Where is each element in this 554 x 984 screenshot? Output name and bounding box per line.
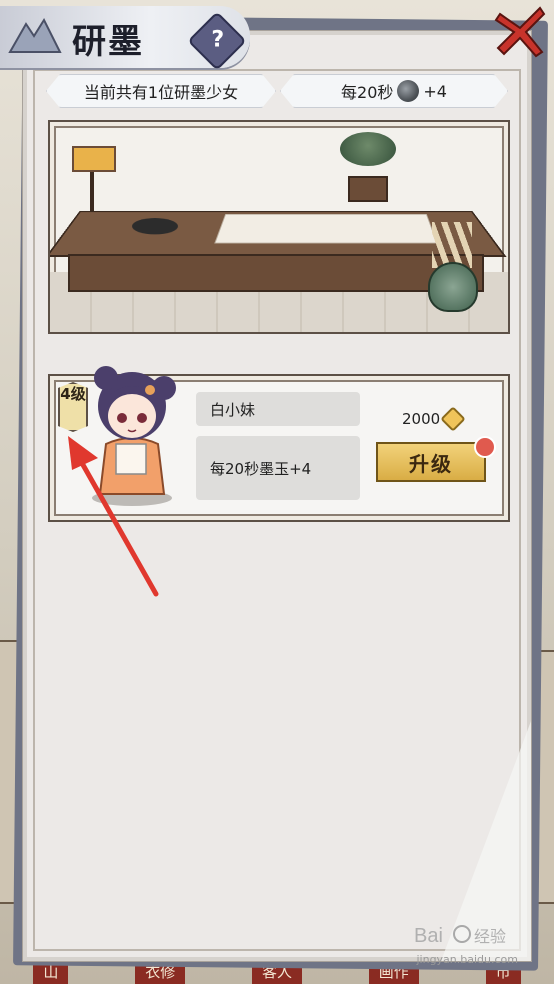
- page-title: 研墨: [72, 22, 144, 62]
- desk-front: [68, 254, 484, 292]
- rate-suffix: +4: [423, 81, 447, 101]
- pointer-arrow: [68, 436, 159, 597]
- coin-icon: [440, 406, 466, 432]
- vase-illustration: [428, 262, 478, 312]
- production-rate-pill: 每20秒 +4: [280, 74, 508, 108]
- ink-jade-icon: [397, 80, 419, 102]
- study-room-illustration: [48, 120, 510, 334]
- title-banner: 研墨 ?: [0, 6, 250, 71]
- help-button[interactable]: ?: [187, 11, 247, 71]
- girl-name: 白小妹: [196, 392, 360, 426]
- watermark-url: jingyan.baidu.com: [416, 953, 518, 966]
- girls-count-text: 当前共有1位研墨少女: [83, 83, 239, 102]
- paper-illustration: [214, 213, 438, 244]
- rate-prefix: 每20秒: [341, 83, 394, 102]
- upgrade-cost: 2000: [402, 406, 466, 432]
- svg-text:Bai: Bai: [414, 925, 443, 947]
- bonsai-illustration: [340, 132, 396, 202]
- girls-count-pill: 当前共有1位研墨少女: [46, 74, 276, 108]
- help-icon: ?: [211, 27, 225, 53]
- baidu-watermark-logo: Bai 经验: [414, 925, 506, 947]
- close-icon[interactable]: [492, 2, 550, 60]
- upgrade-button[interactable]: 升级: [376, 442, 486, 482]
- notification-dot: [474, 436, 496, 458]
- upgrade-cost-value: 2000: [402, 410, 441, 428]
- svg-text:经验: 经验: [474, 928, 506, 946]
- girl-effect: 每20秒墨玉+4: [196, 436, 360, 500]
- mountain-icon: [8, 17, 62, 53]
